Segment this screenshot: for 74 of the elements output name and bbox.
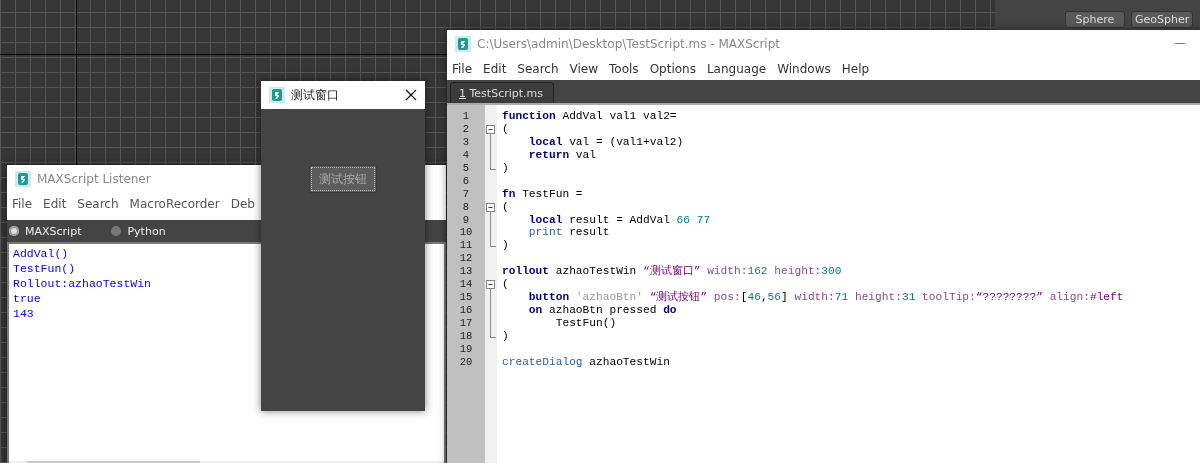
- line-number: 2: [461, 122, 471, 136]
- line-number: 11: [458, 239, 474, 253]
- line-number: 9: [461, 213, 471, 227]
- fold-collapse-icon[interactable]: [486, 200, 496, 214]
- line-number: 4: [461, 148, 471, 162]
- output-line: AddVal(): [13, 246, 70, 261]
- menu-item[interactable]: File: [12, 197, 33, 211]
- code-line: function AddVal val1 val2=: [502, 110, 678, 123]
- code-line: (: [502, 200, 510, 214]
- menu-item[interactable]: View: [569, 62, 599, 76]
- line-number: 13: [458, 265, 474, 279]
- line-number: 20: [458, 355, 474, 369]
- primitive-button[interactable]: Sphere: [1065, 11, 1125, 28]
- radio-label: MAXScript: [25, 224, 82, 238]
- menu-item[interactable]: Language: [706, 62, 767, 76]
- output-line: TestFun(): [13, 261, 77, 276]
- app-logo-icon: [269, 87, 285, 103]
- code-line: ): [502, 239, 510, 253]
- output-line: 143: [13, 306, 35, 321]
- line-number: 7: [461, 187, 471, 201]
- line-number: 6: [461, 174, 471, 188]
- code-line: TestFun(): [554, 317, 618, 330]
- line-number: 19: [458, 342, 474, 356]
- line-number: 1: [461, 110, 471, 123]
- primitive-button[interactable]: GeoSpher: [1131, 11, 1194, 28]
- app-logo-icon: [455, 36, 471, 52]
- code-line: rollout azhaoTestWin “测试窗口” width:162 height:300: [502, 265, 843, 279]
- line-number: 18: [458, 329, 474, 343]
- code-line: createDialog azhaoTestWin: [502, 355, 671, 369]
- code-line: on azhaoBtn pressed do: [527, 304, 678, 317]
- fold-collapse-icon[interactable]: [486, 122, 496, 136]
- code-line: fn TestFun =: [502, 187, 584, 201]
- code-line: return val: [527, 148, 597, 162]
- dialog-title: 测试窗口: [291, 86, 339, 104]
- menu-item[interactable]: Options: [649, 62, 696, 76]
- code-line: ): [502, 329, 510, 343]
- menu-item[interactable]: MacroRecorder: [129, 197, 220, 211]
- minimize-icon[interactable]: [1175, 43, 1185, 45]
- line-number: 15: [458, 291, 474, 305]
- line-number: 3: [461, 135, 471, 149]
- app-logo-icon: [15, 171, 31, 187]
- menu-item[interactable]: Search: [517, 62, 559, 76]
- menu-item[interactable]: Windows: [777, 62, 831, 76]
- code-line: local val = (val1+val2): [527, 135, 685, 149]
- code-line: ): [502, 161, 510, 175]
- menu-item[interactable]: Search: [77, 197, 119, 211]
- file-tab[interactable]: 1 TestScript.ms: [450, 82, 554, 103]
- radio-button[interactable]: [111, 226, 122, 236]
- menu-item[interactable]: Help: [841, 62, 870, 76]
- radio-label: Python: [127, 224, 166, 238]
- line-number: 14: [458, 278, 474, 292]
- fold-collapse-icon[interactable]: [486, 278, 496, 292]
- menu-item[interactable]: Edit: [483, 62, 507, 76]
- line-number: 12: [458, 252, 474, 266]
- code-line: local result = AddVal 66 77: [527, 213, 712, 227]
- output-line: Rollout:azhaoTestWin: [13, 276, 153, 291]
- menu-item[interactable]: Deb: [230, 197, 255, 211]
- output-line: true: [13, 291, 42, 306]
- window-title: C:\Users\admin\Desktop\TestScript.ms - MAXScript: [477, 37, 781, 51]
- line-number: 5: [461, 161, 471, 175]
- code-line: button 'azhaoBtn' “测试按钮” pos:[46,56] width:71 height:31 toolTip:“????????” align:#left: [527, 291, 1125, 305]
- code-line: print result: [527, 226, 611, 240]
- code-line: (: [502, 278, 510, 292]
- line-number: 10: [458, 226, 474, 240]
- menu-item[interactable]: File: [452, 62, 473, 76]
- line-number: 16: [458, 304, 474, 317]
- window-title: MAXScript Listener: [37, 172, 151, 186]
- code-line: (: [502, 122, 510, 136]
- close-icon[interactable]: [405, 89, 417, 101]
- line-number: 17: [458, 317, 474, 330]
- line-number: 8: [461, 200, 471, 214]
- radio-button[interactable]: [9, 226, 19, 236]
- menu-item[interactable]: Tools: [609, 62, 639, 76]
- menu-item[interactable]: Edit: [43, 197, 67, 211]
